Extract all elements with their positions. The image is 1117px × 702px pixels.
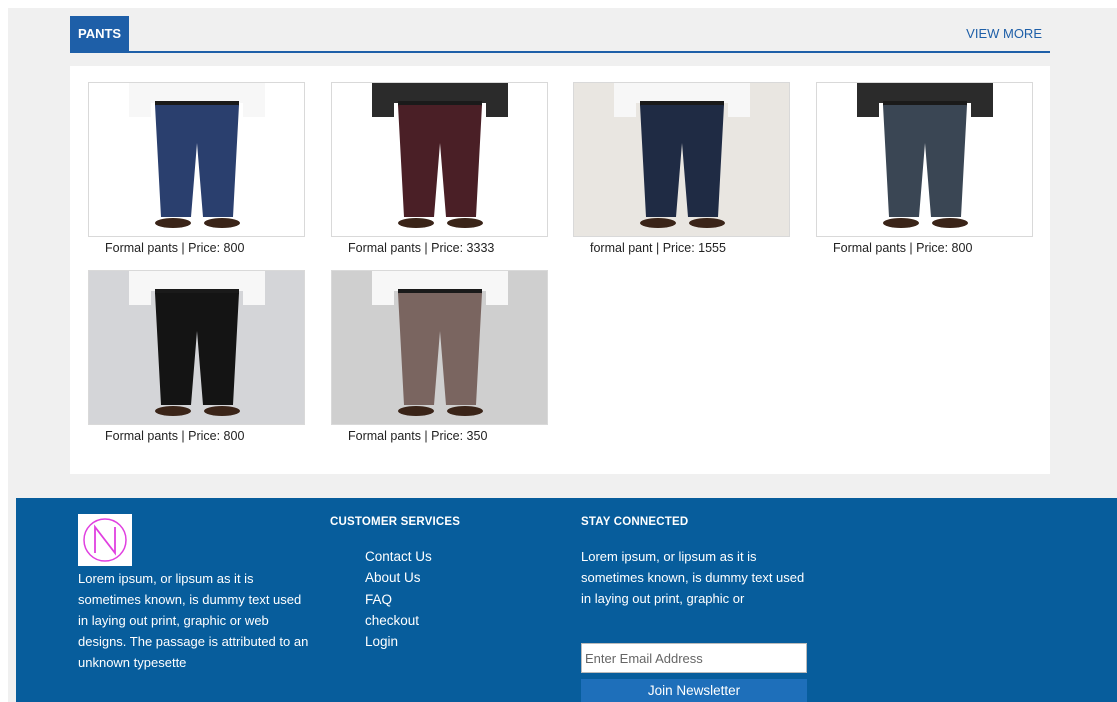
stay-connected-text: Lorem ipsum, or lipsum as it is sometime… [581, 549, 805, 606]
product-card[interactable]: Formal pants | Price: 800 [816, 82, 1033, 255]
product-caption: formal pant | Price: 1555 [590, 241, 726, 255]
footer-link-checkout[interactable]: checkout [365, 610, 432, 631]
stay-connected-title: STAY CONNECTED [581, 516, 689, 528]
view-more-link[interactable]: VIEW MORE [966, 26, 1042, 41]
newsletter-email-input[interactable] [581, 643, 807, 673]
customer-services-title: CUSTOMER SERVICES [330, 516, 461, 528]
footer-about-text: Lorem ipsum, or lipsum as it is sometime… [78, 571, 309, 670]
product-caption: Formal pants | Price: 800 [105, 241, 245, 255]
customer-services-links: Contact Us About Us FAQ checkout Login [365, 546, 432, 652]
product-image[interactable] [331, 82, 548, 237]
product-image[interactable] [88, 270, 305, 425]
product-card[interactable]: formal pant | Price: 1555 [573, 82, 790, 255]
footer-link-contact-us[interactable]: Contact Us [365, 546, 432, 567]
product-caption: Formal pants | Price: 3333 [348, 241, 495, 255]
footer-link-login[interactable]: Login [365, 631, 432, 652]
pants-illustration [332, 271, 547, 424]
product-caption: Formal pants | Price: 800 [105, 429, 245, 443]
section-header: PANTS VIEW MORE [70, 16, 1050, 53]
footer-link-about-us[interactable]: About Us [365, 567, 432, 588]
join-newsletter-button[interactable]: Join Newsletter [581, 679, 807, 702]
product-card[interactable]: Formal pants | Price: 3333 [331, 82, 548, 255]
brand-logo [78, 514, 132, 566]
page: PANTS VIEW MORE Formal pants | Price: 80… [8, 8, 1117, 702]
product-image[interactable] [816, 82, 1033, 237]
product-grid: Formal pants | Price: 800 Formal pants |… [70, 66, 1050, 474]
product-image[interactable] [331, 270, 548, 425]
pants-illustration [332, 83, 547, 236]
product-image[interactable] [88, 82, 305, 237]
product-caption: Formal pants | Price: 350 [348, 429, 488, 443]
pants-illustration [817, 83, 1032, 236]
footer-link-faq[interactable]: FAQ [365, 589, 432, 610]
section-title: PANTS [70, 16, 130, 52]
product-card[interactable]: Formal pants | Price: 800 [88, 82, 305, 255]
pants-illustration [89, 271, 304, 424]
product-image[interactable] [573, 82, 790, 237]
pants-illustration [89, 83, 304, 236]
product-card[interactable]: Formal pants | Price: 350 [331, 270, 548, 443]
product-card[interactable]: Formal pants | Price: 800 [88, 270, 305, 443]
pants-illustration [574, 83, 789, 236]
footer: Lorem ipsum, or lipsum as it is sometime… [16, 498, 1117, 702]
product-caption: Formal pants | Price: 800 [833, 241, 973, 255]
